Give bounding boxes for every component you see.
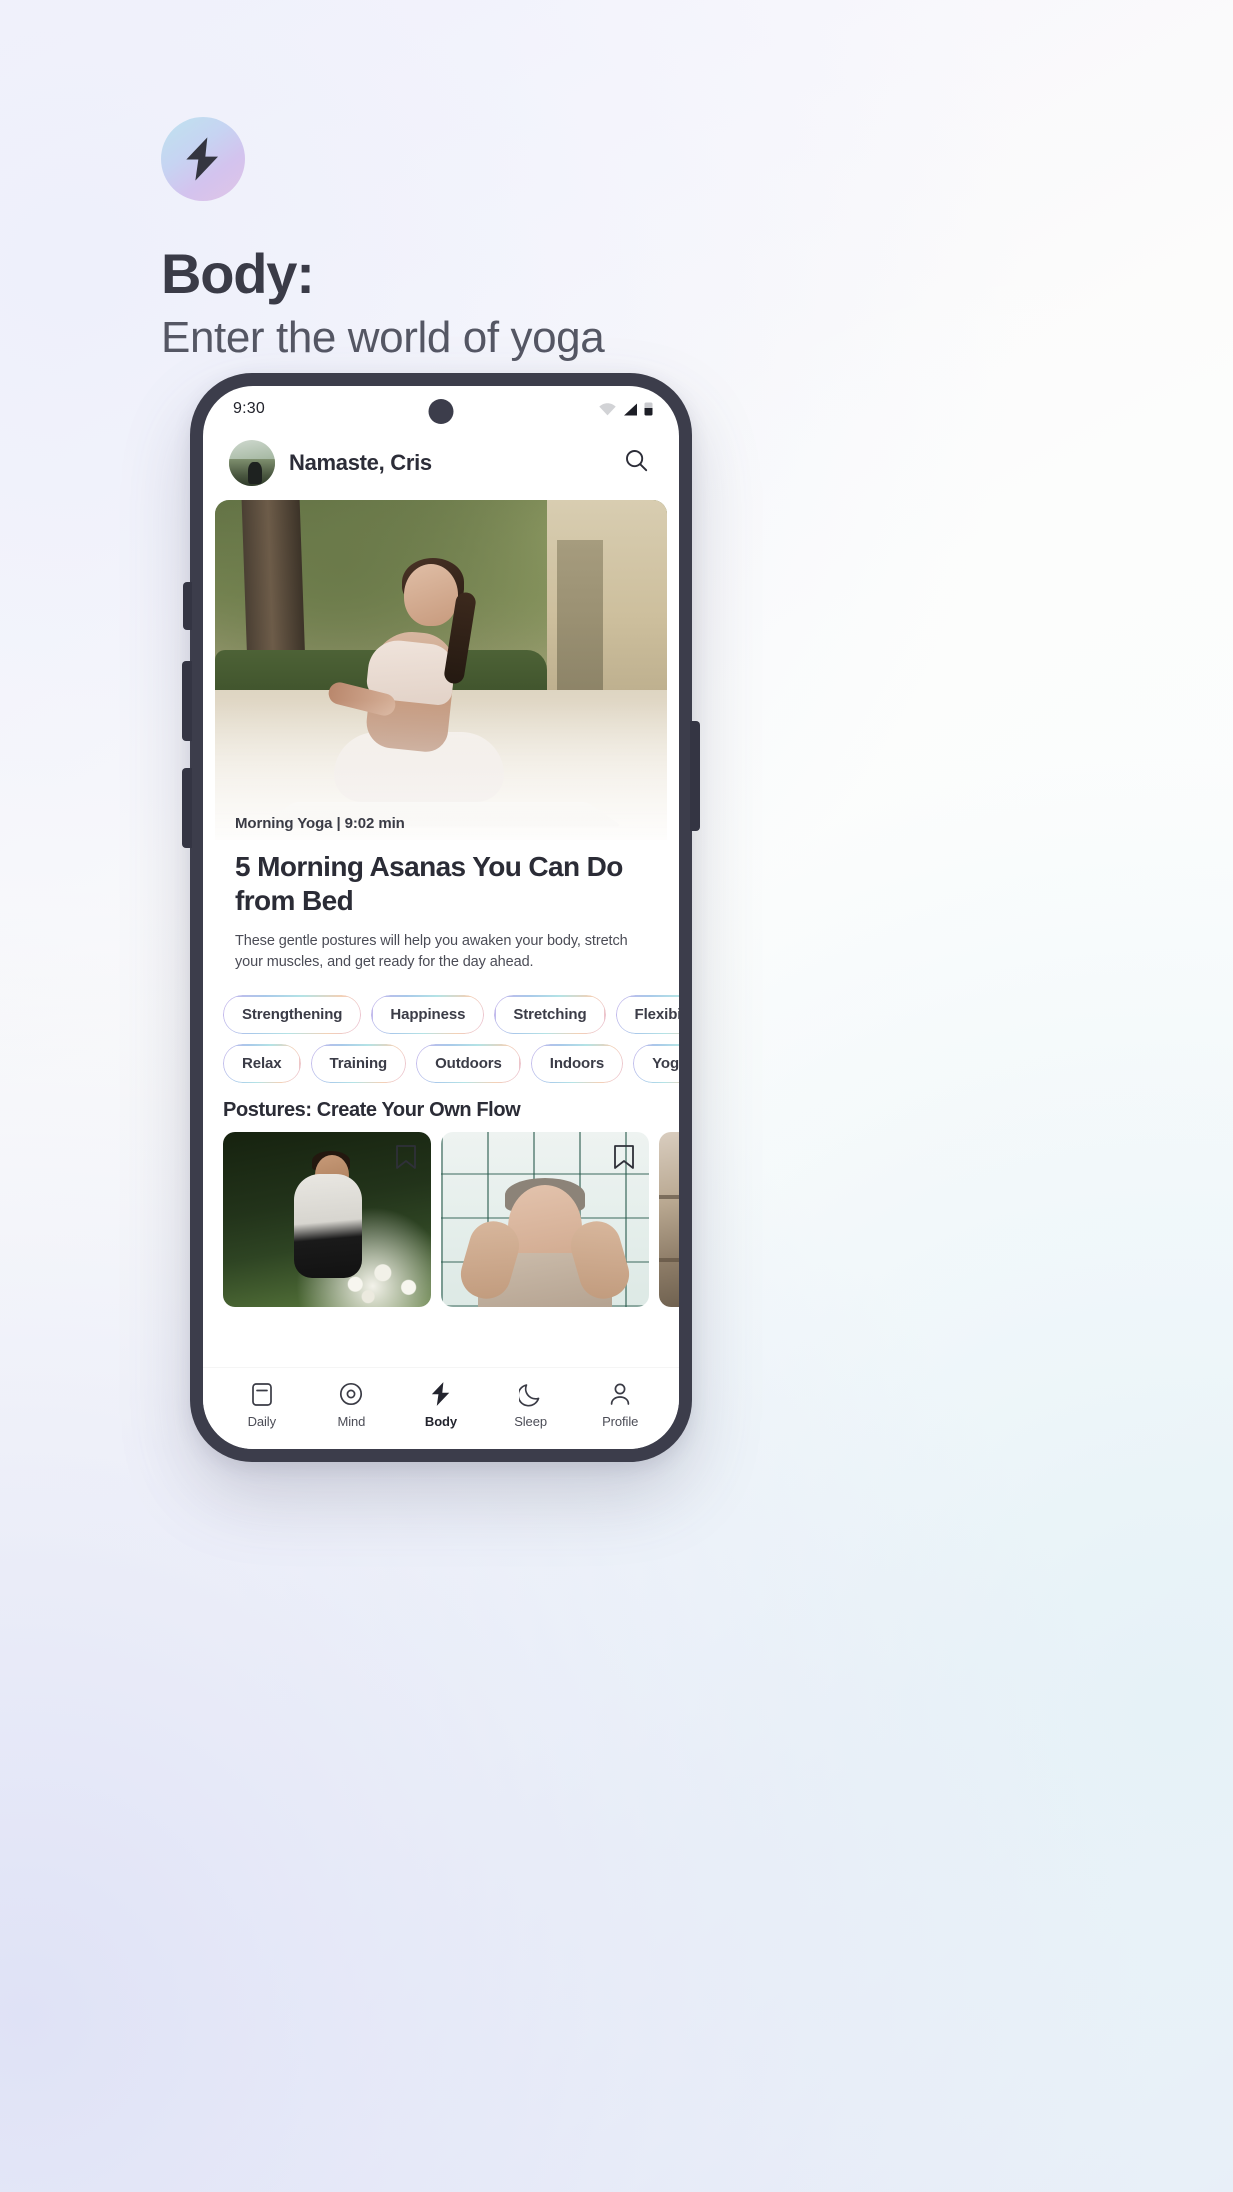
wifi-icon — [599, 402, 616, 416]
tag-chip-row-1: Strengthening Happiness Stretching Flexi… — [223, 995, 679, 1035]
app-header: Namaste, Cris — [203, 432, 679, 500]
nav-label-sleep: Sleep — [514, 1413, 547, 1429]
tag-chip-happiness[interactable]: Happiness — [371, 995, 485, 1035]
hero-description: These gentle postures will help you awak… — [235, 933, 628, 971]
tag-chip-strengthening[interactable]: Strengthening — [223, 995, 362, 1035]
status-bar-icons — [599, 402, 653, 416]
tag-chip-stretching[interactable]: Stretching — [494, 995, 606, 1035]
search-icon — [624, 448, 649, 478]
phone-mute-button[interactable] — [183, 582, 192, 630]
nav-label-daily: Daily — [247, 1413, 277, 1429]
hero-image: Morning Yoga | 9:02 min — [215, 500, 667, 840]
tag-chip-relax[interactable]: Relax — [223, 1044, 301, 1084]
hero-meta: Morning Yoga | 9:02 min — [235, 815, 405, 832]
page-subtitle: Enter the world of yoga — [161, 313, 605, 363]
greeting-text: Namaste, Cris — [289, 450, 432, 475]
postures-section-title: Postures: Create Your Own Flow — [223, 1099, 521, 1122]
phone-power-button[interactable] — [690, 721, 700, 831]
nav-item-body[interactable]: Body — [403, 1381, 479, 1429]
tag-chip-yoga[interactable]: Yoga — [633, 1044, 679, 1084]
nav-item-mind[interactable]: Mind — [313, 1381, 389, 1429]
postures-carousel[interactable] — [203, 1132, 679, 1308]
tag-chip-indoors[interactable]: Indoors — [530, 1044, 624, 1084]
phone-mockup: 9:30 Namaste, Cris Morning Yoga | 9:02 m… — [182, 373, 700, 1462]
phone-screen: 9:30 Namaste, Cris Morning Yoga | 9:02 m… — [203, 386, 679, 1449]
camera-punch-hole — [428, 399, 454, 424]
lightning-bolt-icon — [430, 1381, 452, 1407]
nav-item-sleep[interactable]: Sleep — [493, 1381, 569, 1429]
moon-icon — [518, 1381, 543, 1407]
nav-label-profile: Profile — [602, 1413, 639, 1429]
calendar-icon — [250, 1381, 274, 1407]
bottom-navigation: Daily Mind Body Sleep Profile — [203, 1367, 679, 1449]
phone-volume-up-button[interactable] — [182, 661, 192, 741]
promo-header: Body: Enter the world of yoga — [161, 117, 1061, 363]
tag-chip-flexibility[interactable]: Flexibility — [615, 995, 679, 1035]
person-icon — [608, 1381, 632, 1407]
nav-item-daily[interactable]: Daily — [224, 1381, 300, 1429]
cellular-signal-icon — [622, 403, 638, 416]
page-title: Body: — [161, 242, 315, 305]
posture-card-temple-press[interactable] — [441, 1132, 649, 1308]
phone-volume-down-button[interactable] — [182, 768, 192, 848]
avatar[interactable] — [229, 440, 275, 486]
search-button[interactable] — [619, 446, 653, 480]
hero-card[interactable]: Morning Yoga | 9:02 min 5 Morning Asanas… — [215, 500, 667, 974]
tag-chip-training[interactable]: Training — [310, 1044, 407, 1084]
status-bar-time: 9:30 — [233, 400, 265, 417]
hero-title: 5 Morning Asanas You Can Do from Bed — [235, 851, 623, 916]
bookmark-icon[interactable] — [395, 1144, 417, 1170]
app-logo-badge — [161, 117, 245, 201]
tag-chips: Strengthening Happiness Stretching Flexi… — [203, 995, 679, 1084]
target-circle-icon — [338, 1381, 364, 1407]
nav-item-profile[interactable]: Profile — [582, 1381, 658, 1429]
nav-label-body: Body — [424, 1413, 458, 1429]
posture-card-meditation[interactable] — [223, 1132, 431, 1308]
lightning-bolt-icon — [183, 137, 223, 181]
battery-icon — [644, 402, 653, 416]
tag-chip-row-2: Relax Training Outdoors Indoors Yoga — [223, 1044, 679, 1084]
posture-card-indoor[interactable] — [659, 1132, 679, 1308]
nav-label-mind: Mind — [337, 1413, 366, 1429]
bookmark-icon[interactable] — [613, 1144, 635, 1170]
tag-chip-outdoors[interactable]: Outdoors — [416, 1044, 521, 1084]
status-bar: 9:30 — [203, 386, 679, 432]
hero-body: 5 Morning Asanas You Can Do from Bed The… — [215, 840, 667, 973]
